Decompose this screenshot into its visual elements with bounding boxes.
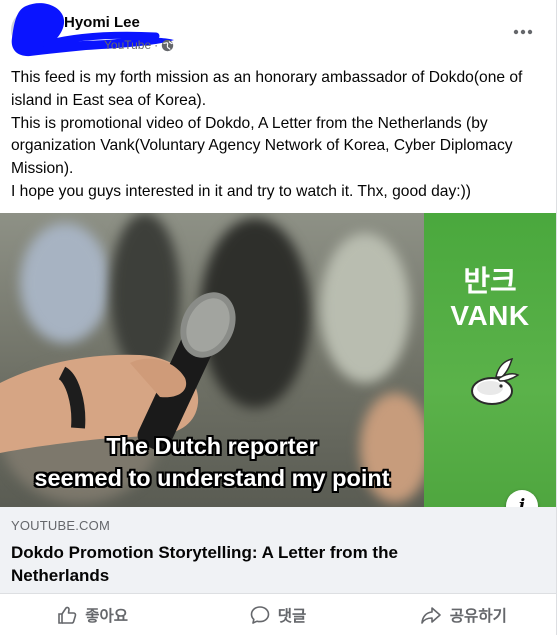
video-thumbnail[interactable]: The Dutch reporter seemed to understand … (0, 213, 556, 507)
feed-post: Hyomi Lee YouTube · This feed is my fort… (0, 0, 557, 635)
vank-mascot-icon (471, 357, 520, 405)
link-preview[interactable]: YOUTUBE.COM Dokdo Promotion Storytelling… (0, 507, 556, 594)
post-text-line: I hope you guys interested in it and try… (11, 182, 471, 200)
link-domain: YOUTUBE.COM (11, 518, 110, 533)
post-text: This feed is my forth mission as an hono… (11, 67, 547, 204)
post-actions: 좋아요 댓글 공유하기 (0, 594, 556, 635)
share-label: 공유하기 (449, 606, 507, 625)
vank-brand-panel: 반크 VANK (424, 213, 556, 507)
post-text-line: This feed is my forth mission as an hono… (11, 69, 523, 109)
more-options-button[interactable] (505, 18, 541, 46)
comment-button[interactable]: 댓글 (185, 594, 370, 635)
vank-korean-logo-text: 반크 (463, 266, 517, 298)
source-label[interactable]: YouTube (104, 38, 151, 52)
comment-label: 댓글 (277, 606, 307, 625)
more-horizontal-icon (513, 29, 533, 35)
vank-english-logo-text: VANK (450, 300, 530, 331)
link-title[interactable]: Dokdo Promotion Storytelling: A Letter f… (11, 541, 471, 587)
post-meta: YouTube · (104, 38, 174, 52)
meta-separator: · (154, 38, 159, 52)
thumbs-up-icon (58, 606, 77, 624)
author-name[interactable]: Hyomi Lee (64, 14, 140, 31)
like-button[interactable]: 좋아요 (0, 594, 185, 635)
share-arrow-icon (420, 606, 441, 624)
post-text-line: This is promotional video of Dokdo, A Le… (11, 114, 513, 178)
like-label: 좋아요 (85, 606, 129, 625)
comment-icon (250, 605, 270, 624)
globe-icon (161, 39, 174, 51)
post-header: Hyomi Lee YouTube · (0, 0, 557, 62)
thumbnail-photo: The Dutch reporter seemed to understand … (0, 213, 430, 507)
share-button[interactable]: 공유하기 (371, 594, 556, 635)
video-caption-line: The Dutch reporter (106, 433, 318, 459)
redaction-scribble (11, 3, 175, 57)
video-caption-line: seemed to understand my point (34, 465, 390, 491)
